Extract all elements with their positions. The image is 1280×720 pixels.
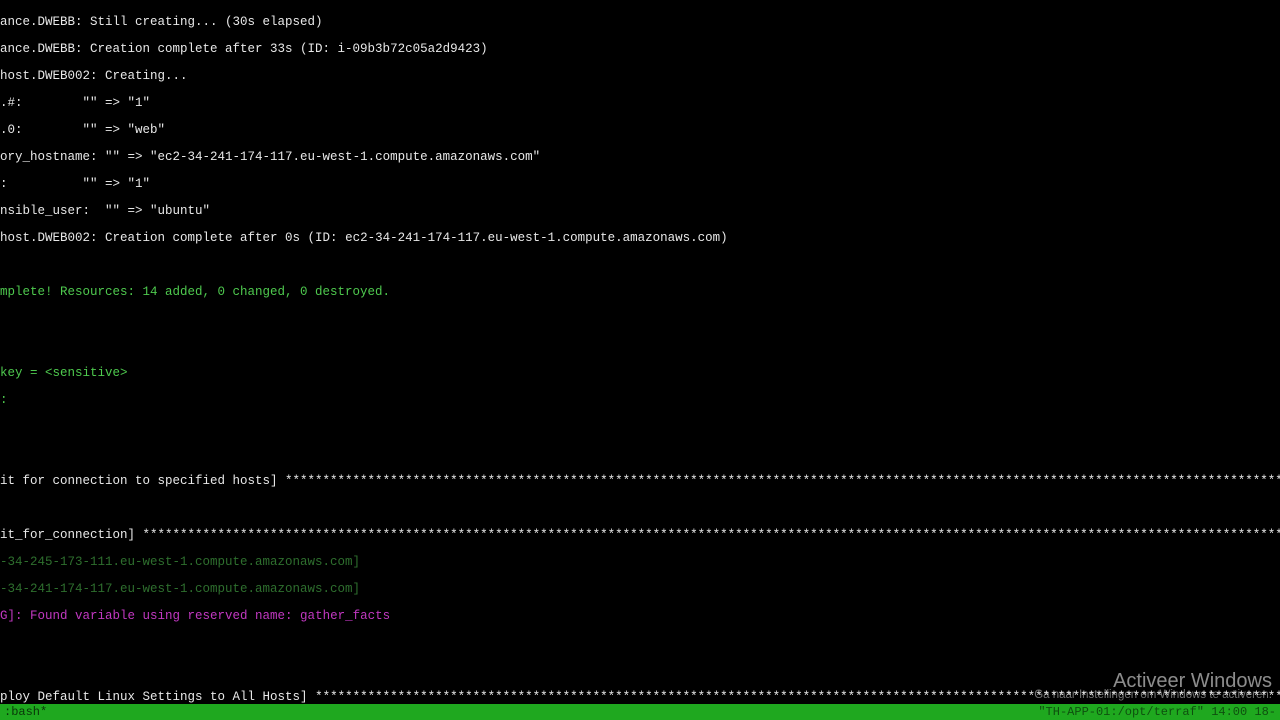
tf-line: host.DWEB002: Creating... xyxy=(0,70,1280,84)
blank-line xyxy=(0,637,1280,651)
tf-line: : "" => "1" xyxy=(0,178,1280,192)
tf-line: ance.DWEBB: Creation complete after 33s … xyxy=(0,43,1280,57)
tf-line: ory_hostname: "" => "ec2-34-241-174-117.… xyxy=(0,151,1280,165)
blank-line xyxy=(0,502,1280,516)
ok-host: -34-241-174-117.eu-west-1.compute.amazon… xyxy=(0,583,1280,597)
output-colon: : xyxy=(0,394,1280,408)
blank-line xyxy=(0,448,1280,462)
play-header: ploy Default Linux Settings to All Hosts… xyxy=(0,691,1280,705)
status-left: :bash* xyxy=(4,704,47,720)
terminal-output[interactable]: ance.DWEBB: Still creating... (30s elaps… xyxy=(0,0,1280,720)
tf-line: nsible_user: "" => "ubuntu" xyxy=(0,205,1280,219)
output-key: key = <sensitive> xyxy=(0,367,1280,381)
blank-line xyxy=(0,421,1280,435)
blank-line xyxy=(0,664,1280,678)
tf-line: .#: "" => "1" xyxy=(0,97,1280,111)
blank-line xyxy=(0,259,1280,273)
tmux-statusbar[interactable]: :bash* "TH-APP-01:/opt/terraf" 14:00 18- xyxy=(0,704,1280,720)
blank-line xyxy=(0,340,1280,354)
tf-line: host.DWEB002: Creation complete after 0s… xyxy=(0,232,1280,246)
warning-line: G]: Found variable using reserved name: … xyxy=(0,610,1280,624)
task-header: it_for_connection] *********************… xyxy=(0,529,1280,543)
tf-line: .0: "" => "web" xyxy=(0,124,1280,138)
ok-host: -34-245-173-111.eu-west-1.compute.amazon… xyxy=(0,556,1280,570)
blank-line xyxy=(0,313,1280,327)
status-right: "TH-APP-01:/opt/terraf" 14:00 18- xyxy=(1038,704,1276,720)
apply-complete: mplete! Resources: 14 added, 0 changed, … xyxy=(0,286,1280,300)
tf-line: ance.DWEBB: Still creating... (30s elaps… xyxy=(0,16,1280,30)
play-header: it for connection to specified hosts] **… xyxy=(0,475,1280,489)
